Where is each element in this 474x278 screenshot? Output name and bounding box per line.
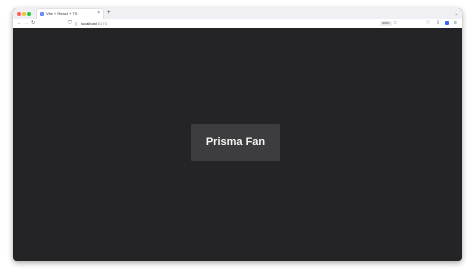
window-maximize-icon[interactable] [27,12,31,16]
page-content: Prisma Fan [13,28,462,261]
url-text[interactable]: localhost:5173 [81,20,107,27]
page-icon[interactable]: ▯ [75,20,77,27]
reload-button[interactable]: ↻ [31,20,35,27]
browser-window: Vite + React + TS × + ⌄ ← → ↻ ⛉ ▯ localh… [13,8,462,261]
shield-icon[interactable]: ⛉ [68,20,72,27]
tab-title: Vite + React + TS [46,11,78,16]
back-button[interactable]: ← [17,20,22,27]
tab-active[interactable]: Vite + React + TS × [37,9,103,19]
prisma-fan-button[interactable]: Prisma Fan [191,124,280,161]
pocket-icon[interactable]: ♡ [426,20,430,27]
bookmark-star-icon[interactable]: ☆ [393,20,397,27]
window-minimize-icon[interactable] [22,12,26,16]
new-tab-button[interactable]: + [107,9,111,18]
extension-icon[interactable] [445,21,449,25]
url-port: :5173 [96,21,107,26]
menu-icon[interactable]: ≡ [454,20,457,27]
tab-close-icon[interactable]: × [97,10,100,17]
address-bar[interactable]: ⛉ ▯ localhost:5173 300% ☆ [63,20,415,27]
window-close-icon[interactable] [17,12,21,16]
downloads-icon[interactable]: ⇩ [436,20,440,27]
vite-favicon-icon [40,12,44,16]
url-host: localhost [81,21,97,26]
tab-strip: Vite + React + TS × + ⌄ [13,8,462,19]
forward-button[interactable]: → [24,20,29,27]
tab-list-chevron-icon[interactable]: ⌄ [455,10,458,17]
zoom-level-badge[interactable]: 300% [380,21,392,26]
